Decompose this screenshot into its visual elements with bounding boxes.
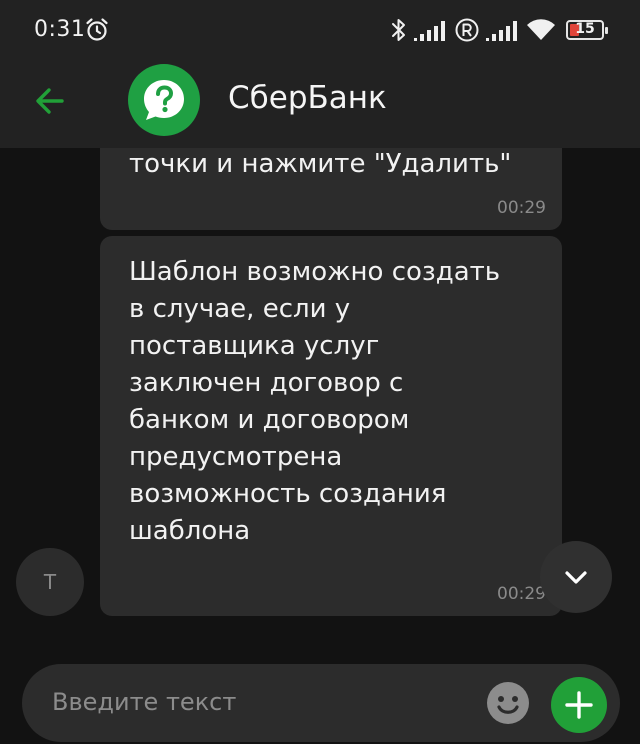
message-input-bar[interactable]: Введите текст xyxy=(22,664,620,742)
chat-screen: 0:31 15 точки и нажмите "Удалить" 00:29 … xyxy=(0,0,640,744)
arrow-left-icon xyxy=(36,88,64,114)
battery-cap xyxy=(605,27,608,34)
chevron-down-icon xyxy=(565,571,587,584)
battery-icon: 15 xyxy=(566,20,608,40)
alarm-icon xyxy=(84,17,110,47)
emoji-icon xyxy=(487,682,529,724)
signal-icon xyxy=(414,21,445,41)
bluetooth-icon xyxy=(392,19,405,41)
plus-icon xyxy=(565,691,593,719)
battery-level: 15 xyxy=(575,21,595,37)
signal-icon xyxy=(486,21,517,41)
message-text: точки и нажмите "Удалить" xyxy=(129,149,512,179)
chat-avatar[interactable] xyxy=(128,64,200,136)
back-button[interactable] xyxy=(30,81,70,121)
message-time: 00:29 xyxy=(497,198,546,218)
scroll-to-bottom-button[interactable] xyxy=(540,541,612,613)
add-button[interactable] xyxy=(551,677,607,733)
chat-header: СберБанк xyxy=(0,62,640,148)
wifi-icon xyxy=(527,19,555,40)
chat-title: СберБанк xyxy=(228,80,387,116)
message-input[interactable]: Введите текст xyxy=(52,688,236,716)
question-bubble-icon xyxy=(144,80,184,120)
emoji-button[interactable] xyxy=(486,681,530,725)
status-bar: 0:31 15 xyxy=(0,0,640,62)
status-time: 0:31 xyxy=(34,17,86,42)
message-text: Шаблон возможно создать в случае, если у… xyxy=(129,257,501,546)
sender-avatar: Т xyxy=(16,548,84,616)
roaming-icon xyxy=(455,18,479,42)
status-icons: 15 xyxy=(390,16,608,44)
message-time: 00:29 xyxy=(497,584,546,604)
message-bubble[interactable]: Шаблон возможно создать в случае, если у… xyxy=(100,236,562,616)
